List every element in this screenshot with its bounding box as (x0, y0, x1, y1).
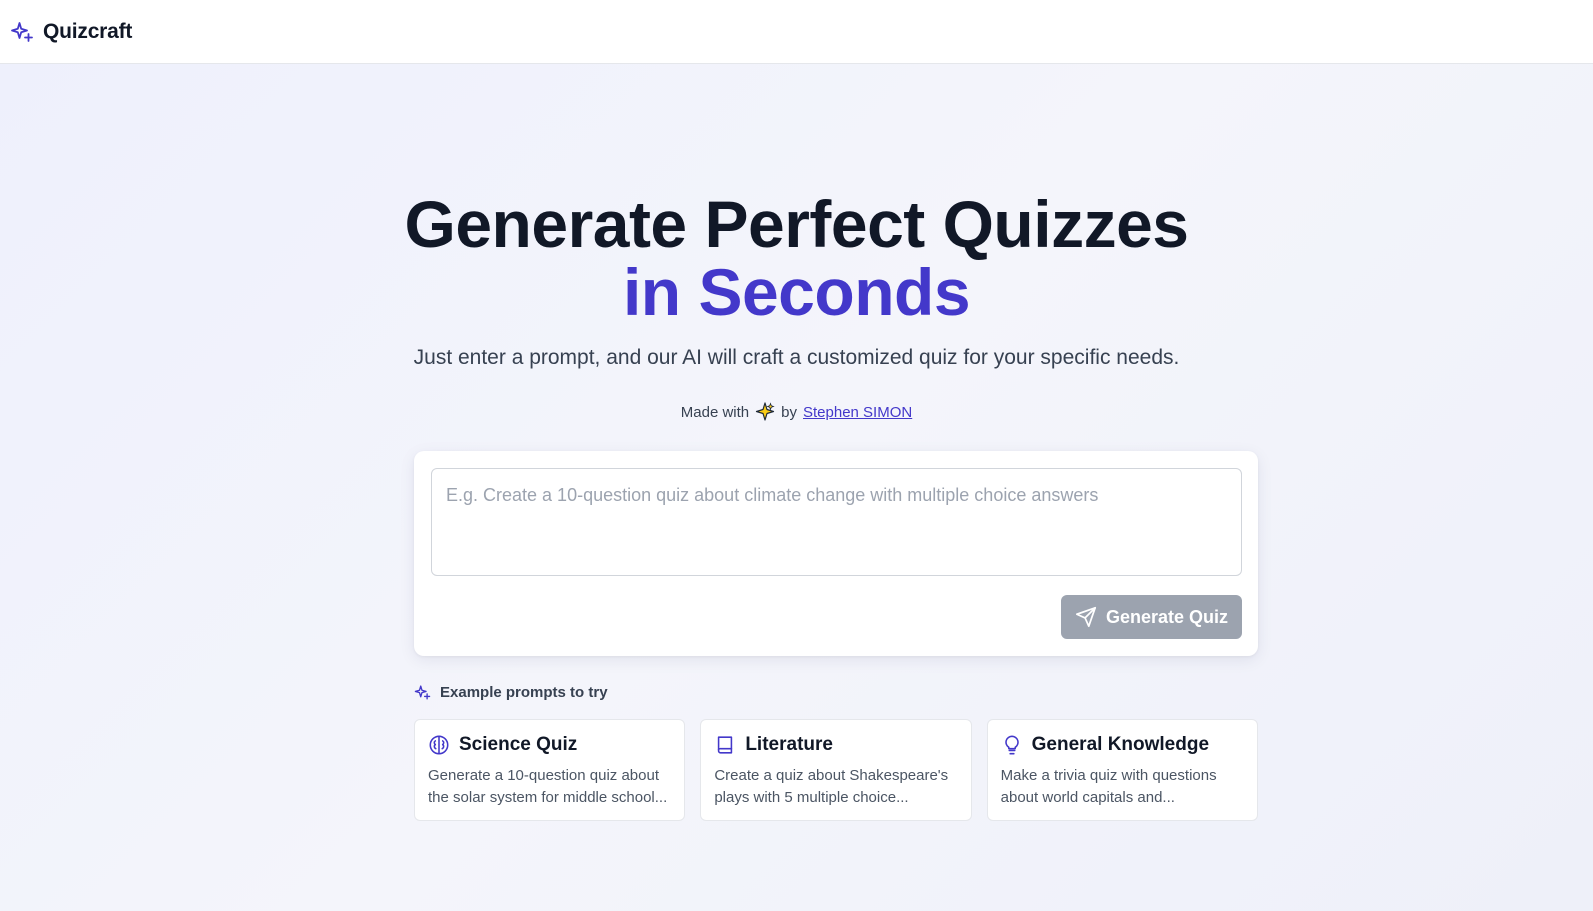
example-title: General Knowledge (1031, 734, 1210, 755)
example-title: Science Quiz (459, 734, 578, 755)
lightbulb-icon (1001, 734, 1023, 756)
example-description: Generate a 10-question quiz about the so… (428, 767, 668, 806)
example-prompts: Science Quiz Generate a 10-question quiz… (414, 719, 1258, 821)
generate-quiz-label: Generate Quiz (1105, 606, 1229, 627)
credit-by: by (781, 403, 797, 421)
top-navbar: Quizcraft (0, 0, 1593, 64)
prompt-card: Generate Quiz (414, 451, 1258, 656)
examples-heading-label: Example prompts to try (440, 684, 608, 701)
book-icon (714, 734, 736, 756)
prompt-input[interactable] (431, 468, 1242, 576)
sparkles-icon (10, 20, 34, 44)
hero-heading: Generate Perfect Quizzes in Seconds (0, 190, 1593, 326)
title-line-2: in Seconds (622, 255, 971, 329)
hero-subtitle: Just enter a prompt, and our AI will cra… (413, 346, 1180, 369)
example-description: Create a quiz about Shakespeare's plays … (714, 767, 949, 806)
generate-quiz-button[interactable]: Generate Quiz (1061, 595, 1242, 639)
example-title: Literature (745, 734, 833, 755)
sparkle-emoji-icon (755, 402, 775, 422)
send-icon (1075, 606, 1097, 628)
sparkles-icon (414, 684, 431, 701)
author-link[interactable]: Stephen SIMON (803, 404, 912, 421)
app-name[interactable]: Quizcraft (43, 20, 132, 44)
page-title: Generate Perfect Quizzes in Seconds (0, 190, 1593, 326)
example-card-science[interactable]: Science Quiz Generate a 10-question quiz… (414, 719, 686, 821)
example-card-literature[interactable]: Literature Create a quiz about Shakespea… (700, 719, 972, 821)
credit-line: Made with by Stephen SIMON (0, 402, 1593, 422)
example-card-general-knowledge[interactable]: General Knowledge Make a trivia quiz wit… (986, 719, 1258, 821)
brain-icon (428, 734, 450, 756)
example-description: Make a trivia quiz with questions about … (1000, 767, 1217, 806)
credit-prefix: Made with (680, 403, 750, 421)
title-line-1: Generate Perfect Quizzes (404, 187, 1190, 261)
examples-heading: Example prompts to try (414, 684, 608, 701)
